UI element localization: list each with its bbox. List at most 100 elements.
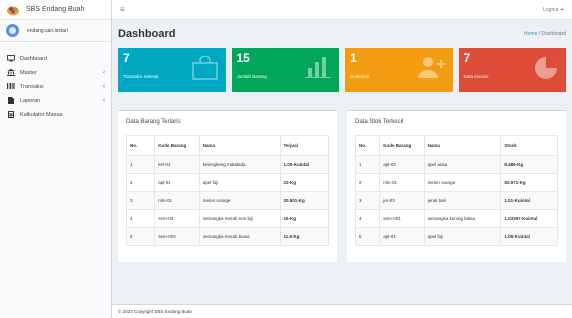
barcode-icon <box>6 83 16 91</box>
avatar <box>6 24 19 37</box>
calculator-icon <box>6 110 16 120</box>
table-cell: apl-01 <box>154 173 200 192</box>
table-cell: apl-03 <box>379 155 425 174</box>
table-cell: sem-001 <box>379 209 425 228</box>
table-row: 4 sem-03 semangka merah non biji 16-Kg <box>125 209 329 228</box>
table-cell: jeruk bali <box>423 191 502 210</box>
table-cell: 4 <box>125 209 156 228</box>
table-cell: 11.5-Kg <box>279 227 329 246</box>
pie-chart-icon <box>535 57 557 79</box>
column-header: No. <box>354 135 381 156</box>
table-cell: 5 <box>125 227 156 246</box>
copyright-text: © 2023 Copyright SBS Endang Buah <box>118 309 192 314</box>
table-cell: mln-01 <box>379 173 425 192</box>
sidebar-item-master[interactable]: Master ‹ <box>0 66 111 80</box>
panel-title: Data Stok Terkecil <box>355 119 404 125</box>
table-cell: 1.03397-Kuintal <box>500 209 558 228</box>
file-icon <box>6 96 16 106</box>
table-cell: semangka merah biasa <box>198 227 281 246</box>
column-header: Nama <box>423 135 502 156</box>
sidebar-item-dashboard[interactable]: Dashboard <box>0 52 111 66</box>
stat-tiles: 7 Transaksi Selesai 15 Jumlah Barang 1 C… <box>118 48 566 92</box>
breadcrumb: Home / Dashboard <box>524 31 566 37</box>
page-header: Dashboard Home / Dashboard <box>118 20 566 48</box>
sidebar-item-label: Dashboard <box>20 56 47 62</box>
table-row: 5 sem-002 semangka merah biasa 11.5-Kg <box>125 227 329 246</box>
app-logo-icon <box>7 6 19 15</box>
table-cell: apl-01 <box>379 227 425 246</box>
topbar: ≡ Logout ➜ <box>112 0 572 20</box>
table-cell: semangka merah non biji <box>198 209 281 228</box>
tile-customer[interactable]: 1 Customer <box>345 48 453 92</box>
table-cell: 16-Kg <box>279 209 329 228</box>
table-row: 2 mln-01 melon orange 83.971-Kg <box>354 173 558 192</box>
table-cell: 8.486-Kg <box>500 155 558 174</box>
table-cell: 3 <box>354 191 381 210</box>
user-name: endang.sari.lestari <box>27 27 68 34</box>
bank-icon <box>6 68 16 78</box>
user-panel[interactable]: endang.sari.lestari <box>0 20 111 42</box>
table-cell: sem-03 <box>154 209 200 228</box>
column-header: Terjual <box>279 135 329 156</box>
sidebar: SBS Endang Buah endang.sari.lestari Dash… <box>0 0 112 318</box>
monitor-icon <box>6 54 16 64</box>
page-title: Dashboard <box>118 28 176 40</box>
table-cell: 1.09-Kuintal <box>500 227 558 246</box>
table-cell: melon orange <box>198 191 281 210</box>
table-cell: 1 <box>125 155 156 174</box>
brand[interactable]: SBS Endang Buah <box>0 0 111 20</box>
chevron-left-icon: ‹ <box>103 98 105 104</box>
table-cell: 3 <box>125 191 156 210</box>
sidebar-item-transaksi[interactable]: Transaksi ‹ <box>0 80 111 94</box>
bar-chart-icon <box>305 57 331 78</box>
chevron-left-icon: ‹ <box>103 70 105 76</box>
column-header: No. <box>125 135 156 156</box>
table-header-row: No. Kode Barang Nama Stock <box>354 135 558 156</box>
table-cell: 1.01-Kuintal <box>500 191 558 210</box>
table-cell: apel fuji <box>423 227 502 246</box>
table-cell: 2 <box>354 173 381 192</box>
table-cell: kelengkeng matalada <box>198 155 281 174</box>
table-row: 5 apl-01 apel fuji 1.09-Kuintal <box>354 227 558 246</box>
tile-label: Transaksi Selesai <box>123 74 159 79</box>
footer: © 2023 Copyright SBS Endang Buah <box>112 304 572 318</box>
app-title: SBS Endang Buah <box>26 6 85 13</box>
tile-label: Customer <box>350 74 370 79</box>
table-cell: 2 <box>125 173 156 192</box>
tile-data-invoice[interactable]: 7 Data Invoice <box>458 48 566 92</box>
panel-title: Data Barang Terlaris <box>126 119 181 125</box>
table-cell: 4 <box>354 209 381 228</box>
logout-link[interactable]: Logout ➜ <box>543 7 564 13</box>
main-content: Dashboard Home / Dashboard 7 Transaksi S… <box>112 20 572 318</box>
tile-label: Jumlah Barang <box>236 74 267 79</box>
table-row: 2 apl-01 apel fuji 22-Kg <box>125 173 329 192</box>
sidebar-menu: Dashboard Master ‹ Transaksi ‹ Laporan ‹ <box>0 52 111 122</box>
tile-jumlah-barang[interactable]: 15 Jumlah Barang <box>231 48 339 92</box>
column-header: Stock <box>500 135 558 156</box>
sidebar-item-label: Transaksi <box>20 84 44 90</box>
table-cell: jer-03 <box>379 191 425 210</box>
sidebar-item-kalkulator-massa[interactable]: Kalkulator Massa <box>0 108 111 122</box>
tile-transaksi-selesai[interactable]: 7 Transaksi Selesai <box>118 48 226 92</box>
sidebar-item-label: Laporan <box>20 98 41 104</box>
sidebar-item-label: Kalkulator Massa <box>20 112 63 118</box>
breadcrumb-current: Dashboard <box>541 31 566 37</box>
table-cell: 1.00-Kuintal <box>279 155 329 174</box>
sidebar-item-label: Master <box>20 70 37 76</box>
table-cell: apel asaa <box>423 155 502 174</box>
table-cell: 83.971-Kg <box>500 173 558 192</box>
sidebar-item-laporan[interactable]: Laporan ‹ <box>0 94 111 108</box>
hamburger-icon[interactable]: ≡ <box>120 5 125 14</box>
column-header: Kode Barang <box>379 135 425 156</box>
panel-stok-terkecil: Data Stok Terkecil No. Kode Barang Nama … <box>347 110 566 262</box>
panel-barang-terlaris: Data Barang Terlaris No. Kode Barang Nam… <box>118 110 337 262</box>
table-row: 4 sem-001 semangka kuning biasa 1.03397-Kui… <box>354 209 558 228</box>
table-row: 1 apl-03 apel asaa 8.486-Kg <box>354 155 558 174</box>
column-header: Kode Barang <box>154 135 200 156</box>
breadcrumb-home[interactable]: Home <box>524 31 537 37</box>
table-header-row: No. Kode Barang Nama Terjual <box>125 135 329 156</box>
table-cell: 22-Kg <box>279 173 329 192</box>
table-cell: melon orange <box>423 173 502 192</box>
table-cell: kel-01 <box>154 155 200 174</box>
table-row: 3 jer-03 jeruk bali 1.01-Kuintal <box>354 191 558 210</box>
